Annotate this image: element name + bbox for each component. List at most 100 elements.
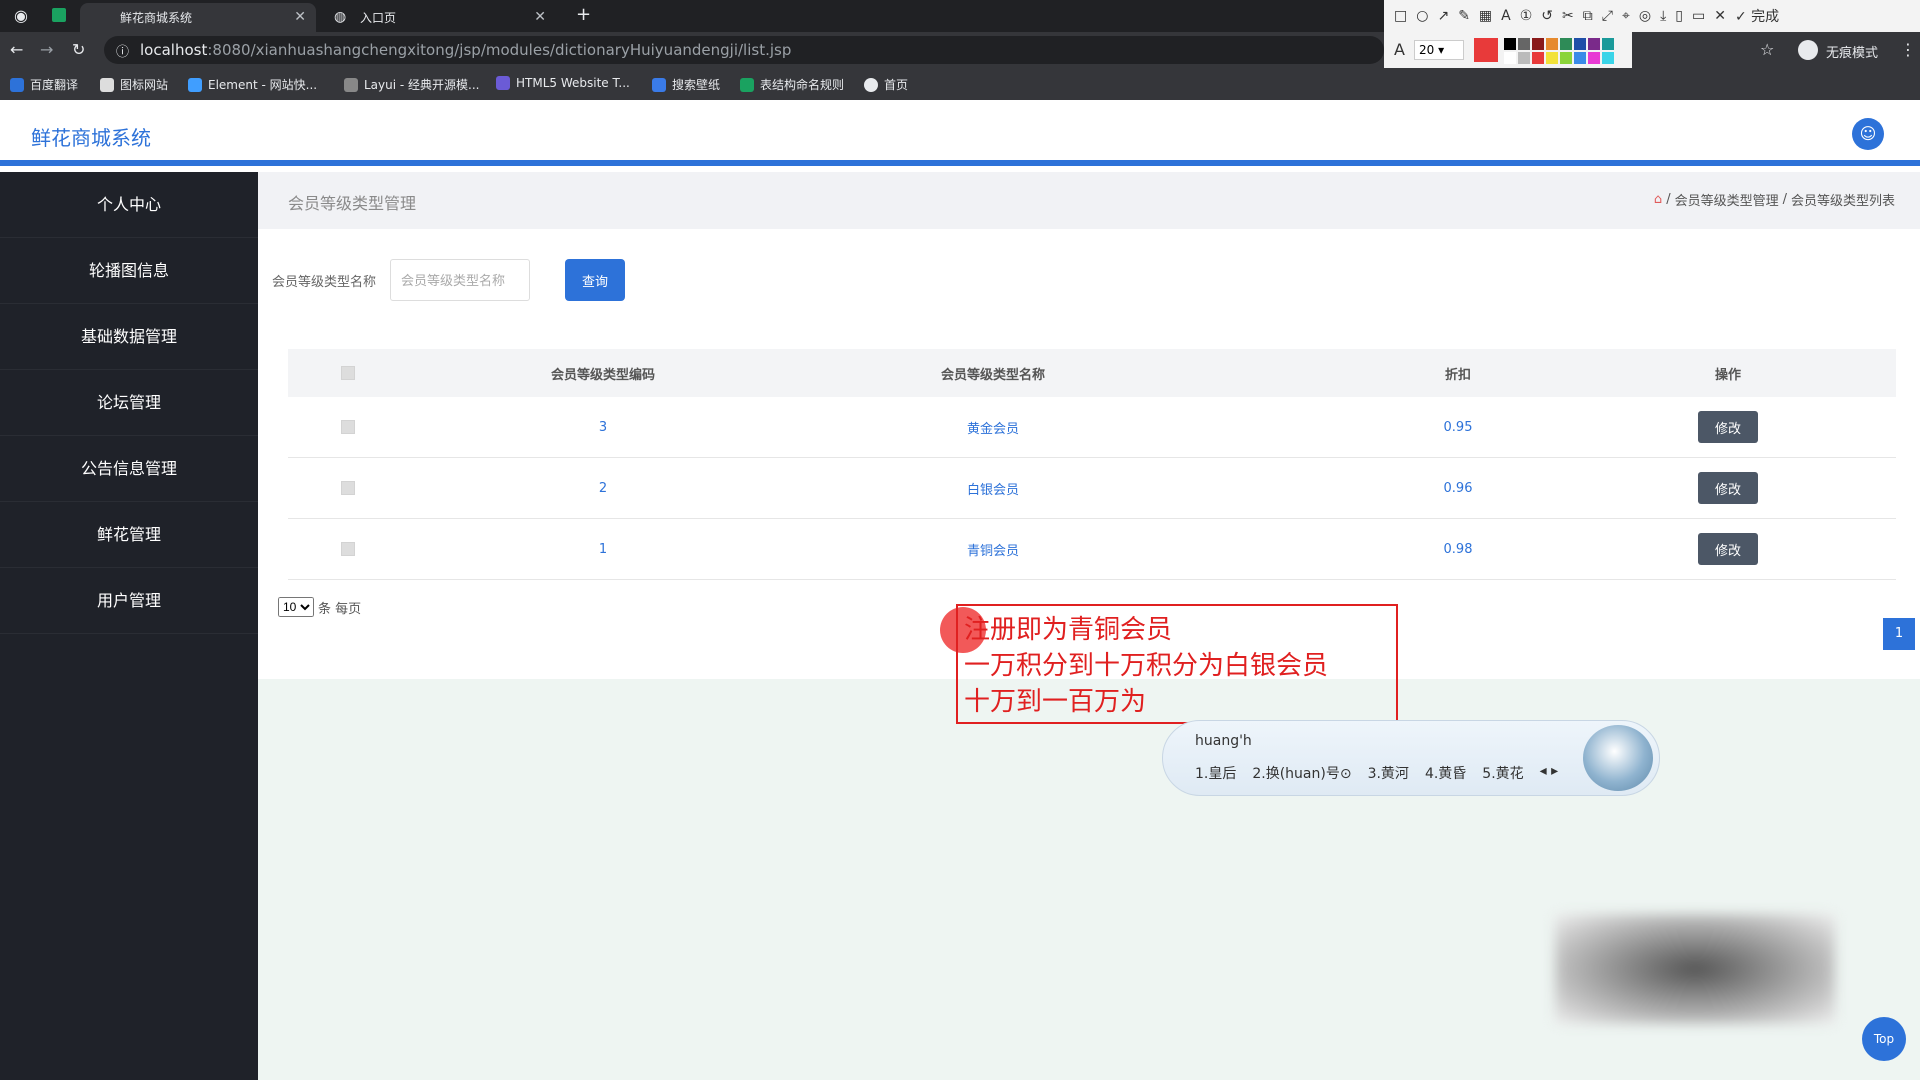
url-host: localhost	[140, 41, 208, 59]
sidebar-item-personal[interactable]: 个人中心	[0, 172, 258, 238]
color-swatch[interactable]	[1546, 38, 1558, 50]
sidebar-item-forum[interactable]: 论坛管理	[0, 370, 258, 436]
ocr-icon[interactable]: ⧉	[1583, 8, 1593, 24]
sidebar-item-flowers[interactable]: 鲜花管理	[0, 502, 258, 568]
color-swatch[interactable]	[1602, 38, 1614, 50]
ime-candidate[interactable]: 1.皇后	[1195, 763, 1236, 783]
color-swatch[interactable]	[1602, 52, 1614, 64]
cell-discount: 0.96	[1443, 480, 1473, 496]
circle-tool-icon[interactable]: ○	[1416, 8, 1428, 24]
copy-icon[interactable]: ▯	[1675, 8, 1683, 24]
color-swatch[interactable]	[1560, 38, 1572, 50]
color-swatch[interactable]	[1574, 52, 1586, 64]
font-size-select[interactable]: 20 ▾	[1414, 40, 1464, 60]
page-number-button[interactable]: 1	[1883, 618, 1915, 650]
edit-button[interactable]: 修改	[1698, 533, 1758, 565]
wallpaper-icon	[652, 77, 666, 92]
search-button[interactable]: 查询	[565, 259, 625, 301]
browser-toolbar: ← → ↻ ⓘ localhost:8080/xianhuashangcheng…	[0, 32, 1920, 68]
undo-icon[interactable]: ↺	[1541, 8, 1553, 24]
bookmark-item[interactable]: Element - 网站快...	[188, 76, 317, 93]
address-bar[interactable]: ⓘ localhost:8080/xianhuashangchengxitong…	[104, 36, 1384, 64]
cut-icon[interactable]: ✂	[1562, 8, 1574, 24]
pin-icon[interactable]: ⌖	[1622, 8, 1630, 24]
color-swatch[interactable]	[1518, 38, 1530, 50]
tab-xianhua[interactable]: 鲜花商城系统 ✕	[80, 3, 316, 32]
ime-candidate[interactable]: 5.黄花	[1482, 763, 1523, 783]
cell-code: 1	[598, 541, 608, 557]
next-page-icon[interactable]: ◂ ▸	[1540, 763, 1559, 783]
back-to-top-button[interactable]: Top	[1862, 1017, 1906, 1061]
annotation-text-box[interactable]: 注册即为青铜会员 一万积分到十万积分为白银会员 十万到一百万为	[956, 604, 1398, 724]
globe-icon: ◍	[334, 9, 347, 25]
page-size-select[interactable]: 10	[278, 597, 314, 617]
color-swatch[interactable]	[1560, 52, 1572, 64]
mosaic-tool-icon[interactable]: ▦	[1479, 8, 1492, 24]
search-input[interactable]	[390, 259, 530, 301]
browser-more-icon[interactable]: ⋮	[1900, 40, 1916, 59]
globe-icon	[864, 77, 878, 92]
bookmark-star-icon[interactable]: ☆	[1760, 40, 1774, 59]
color-swatch[interactable]	[1532, 38, 1544, 50]
breadcrumb-item[interactable]: 会员等级类型管理	[1675, 190, 1779, 209]
bookmark-item[interactable]: 图标网站	[100, 76, 168, 93]
record-icon[interactable]: ◎	[1639, 8, 1651, 24]
edit-button[interactable]: 修改	[1698, 472, 1758, 504]
selected-color-swatch[interactable]	[1474, 38, 1498, 62]
sidebar-item-notice[interactable]: 公告信息管理	[0, 436, 258, 502]
save-icon[interactable]: ▭	[1692, 8, 1705, 24]
color-swatch[interactable]	[1588, 52, 1600, 64]
close-icon[interactable]: ✕	[534, 9, 546, 25]
row-checkbox[interactable]	[341, 542, 355, 556]
bookmark-item[interactable]: HTML5 Website T...	[496, 76, 630, 90]
cancel-icon[interactable]: ✕	[1714, 8, 1726, 24]
color-swatch[interactable]	[1574, 38, 1586, 50]
edit-button[interactable]: 修改	[1698, 411, 1758, 443]
forward-icon[interactable]: →	[40, 40, 53, 59]
ime-candidate[interactable]: 4.黄昏	[1425, 763, 1466, 783]
ime-candidate[interactable]: 3.黄河	[1368, 763, 1409, 783]
info-icon[interactable]: ⓘ	[116, 41, 129, 60]
ime-composition: huang'h	[1195, 733, 1252, 749]
download-icon[interactable]: ⤓	[1660, 8, 1666, 24]
color-swatch[interactable]	[1532, 52, 1544, 64]
bookmark-item[interactable]: 百度翻译	[10, 76, 78, 93]
bookmark-item[interactable]: Layui - 经典开源模...	[344, 76, 479, 93]
row-checkbox[interactable]	[341, 420, 355, 434]
color-swatch[interactable]	[1518, 52, 1530, 64]
incognito-label[interactable]: 无痕模式	[1826, 42, 1878, 61]
close-icon[interactable]: ✕	[294, 9, 306, 25]
sidebar-item-carousel[interactable]: 轮播图信息	[0, 238, 258, 304]
annotation-line: 十万到一百万为	[964, 687, 1147, 717]
number-tool-icon[interactable]: ①	[1520, 8, 1533, 24]
color-swatch[interactable]	[1546, 52, 1558, 64]
table-header: 会员等级类型编码 会员等级类型名称 折扣 操作	[288, 349, 1896, 397]
back-icon[interactable]: ←	[10, 40, 23, 59]
bookmark-item[interactable]: 首页	[864, 76, 908, 93]
tab-entry[interactable]: ◍ 入口页 ✕	[320, 3, 556, 32]
color-swatch[interactable]	[1504, 38, 1516, 50]
browser-menu-icon[interactable]: ◉	[14, 6, 28, 25]
reload-icon[interactable]: ↻	[72, 40, 85, 59]
text-tool-icon[interactable]: A	[1501, 8, 1511, 24]
bookmark-item[interactable]: 搜索壁纸	[652, 76, 720, 93]
pen-tool-icon[interactable]: ✎	[1458, 8, 1470, 24]
done-button[interactable]: ✓ 完成	[1735, 6, 1779, 26]
select-all-checkbox[interactable]	[341, 366, 355, 380]
page-size-label: 条 每页	[318, 601, 362, 617]
cell-name: 白银会员	[966, 482, 1019, 498]
color-swatch[interactable]	[1588, 38, 1600, 50]
new-tab-button[interactable]: +	[576, 4, 591, 25]
sidebar-item-base-data[interactable]: 基础数据管理	[0, 304, 258, 370]
color-swatch[interactable]	[1504, 52, 1516, 64]
row-checkbox[interactable]	[341, 481, 355, 495]
ime-candidate[interactable]: 2.换(huan)号⊙	[1252, 763, 1351, 783]
home-icon[interactable]: ⌂	[1654, 192, 1662, 207]
table-row: 2 白银会员 0.96 修改	[288, 458, 1896, 519]
arrow-tool-icon[interactable]: ↗	[1437, 8, 1449, 24]
user-avatar-icon[interactable]: ☺	[1852, 118, 1884, 150]
bookmark-item[interactable]: 表结构命名规则	[740, 76, 844, 93]
fullscreen-icon[interactable]: ⤢	[1602, 8, 1613, 24]
rect-tool-icon[interactable]: □	[1394, 8, 1407, 24]
sidebar-item-users[interactable]: 用户管理	[0, 568, 258, 634]
